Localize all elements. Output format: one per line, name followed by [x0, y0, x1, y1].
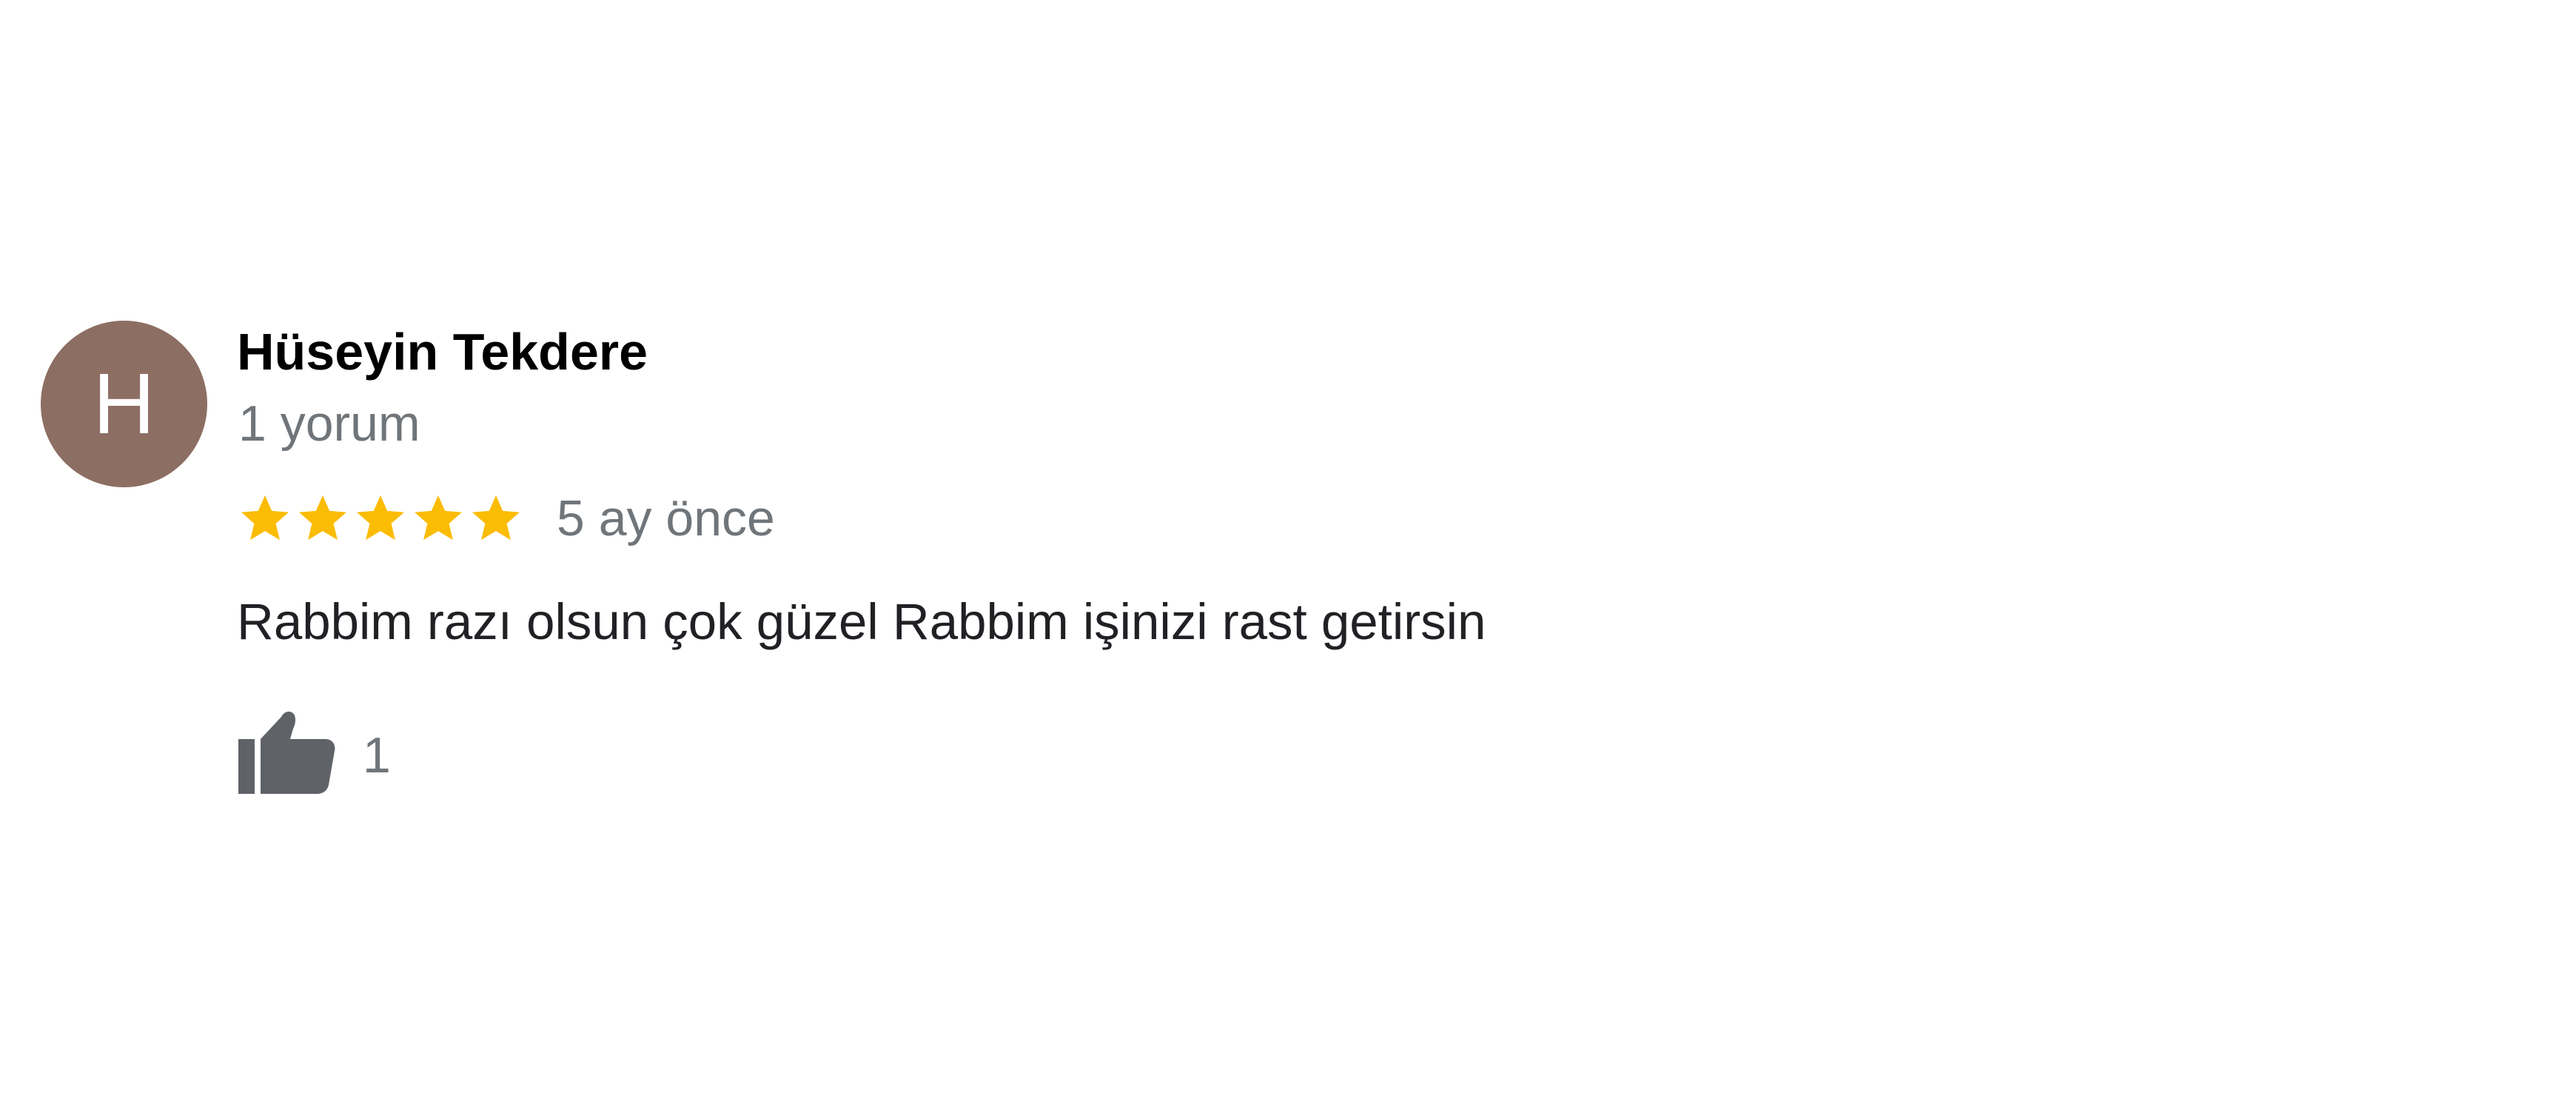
star-icon: [410, 490, 466, 547]
review-text: Rabbim razı olsun çok güzel Rabbim işini…: [237, 593, 1486, 650]
star-icon: [352, 490, 409, 547]
star-icon: [295, 490, 351, 547]
author-name[interactable]: Hüseyin Tekdere: [237, 323, 648, 381]
avatar-letter: H: [93, 355, 155, 452]
like-button[interactable]: 1: [238, 704, 391, 796]
review-card: H Hüseyin Tekdere 1 yorum 5 ay önce Rabb…: [0, 0, 2576, 1096]
like-count: 1: [363, 726, 391, 783]
star-icon: [237, 490, 293, 547]
review-count: 1 yorum: [238, 395, 420, 452]
star-rating: [237, 490, 526, 547]
thumbs-up-icon[interactable]: [238, 706, 336, 794]
rating-row: 5 ay önce: [237, 489, 775, 548]
star-icon: [468, 490, 524, 547]
review-date: 5 ay önce: [557, 490, 775, 547]
avatar[interactable]: H: [41, 321, 207, 487]
